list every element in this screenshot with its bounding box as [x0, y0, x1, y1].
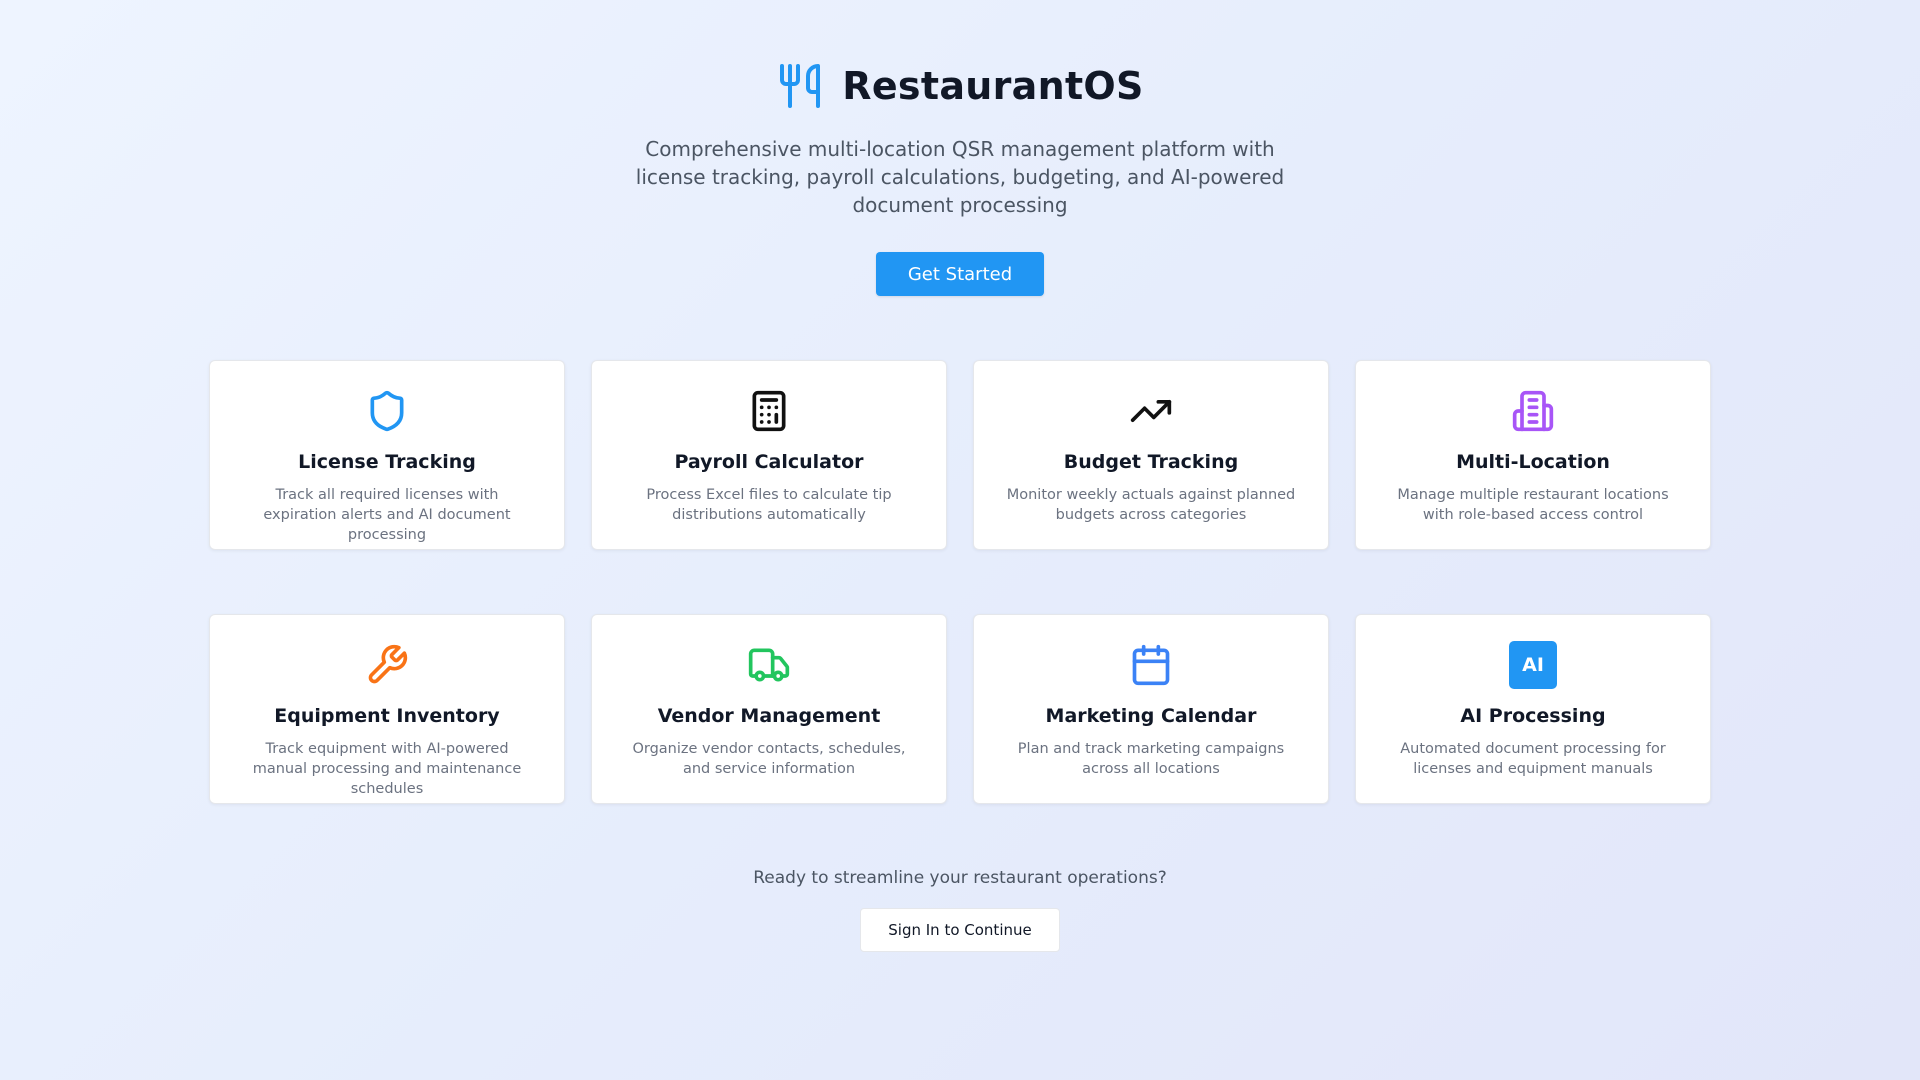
building-icon [1509, 387, 1557, 435]
feature-title: Multi-Location [1456, 451, 1610, 473]
feature-title: Payroll Calculator [674, 451, 864, 473]
feature-card-marketing-calendar: Marketing Calendar Plan and track market… [973, 614, 1329, 804]
feature-card-multi-location: Multi-Location Manage multiple restauran… [1355, 360, 1711, 550]
feature-description: Plan and track marketing campaigns acros… [1017, 741, 1285, 777]
trending-up-icon [1127, 387, 1175, 435]
feature-description: Manage multiple restaurant locations wit… [1397, 487, 1669, 523]
wrench-icon [363, 641, 411, 689]
sign-in-button[interactable]: Sign In to Continue [860, 908, 1060, 952]
ai-badge-icon: AI [1509, 641, 1557, 689]
feature-description: Track all required licenses with expirat… [263, 487, 511, 543]
calculator-icon [745, 387, 793, 435]
get-started-button[interactable]: Get Started [876, 252, 1044, 296]
feature-card-equipment-inventory: Equipment Inventory Track equipment with… [209, 614, 565, 804]
app-title: RestaurantOS [842, 64, 1144, 108]
feature-description: Process Excel files to calculate tip dis… [646, 487, 892, 523]
feature-title: License Tracking [298, 451, 476, 473]
shield-icon [363, 387, 411, 435]
feature-grid-row-1: License Tracking Track all required lice… [209, 360, 1711, 550]
feature-title: Vendor Management [657, 705, 881, 727]
footer-prompt: Ready to streamline your restaurant oper… [753, 868, 1167, 888]
feature-card-ai-processing: AI AI Processing Automated document proc… [1355, 614, 1711, 804]
feature-title: Budget Tracking [1063, 451, 1239, 473]
feature-description: Track equipment with AI-powered manual p… [252, 741, 522, 797]
feature-title: Equipment Inventory [274, 705, 500, 727]
feature-card-vendor-management: Vendor Management Organize vendor contac… [591, 614, 947, 804]
feature-card-payroll-calculator: Payroll Calculator Process Excel files t… [591, 360, 947, 550]
hero-tagline: Comprehensive multi-location QSR managem… [635, 137, 1285, 217]
utensils-icon [780, 64, 821, 108]
feature-title: AI Processing [1460, 705, 1606, 727]
feature-title: Marketing Calendar [1045, 705, 1257, 727]
feature-description: Monitor weekly actuals against planned b… [1006, 487, 1296, 523]
brand-header: RestaurantOS [0, 62, 1920, 110]
calendar-icon [1127, 641, 1175, 689]
feature-card-license-tracking: License Tracking Track all required lice… [209, 360, 565, 550]
feature-grid-row-2: Equipment Inventory Track equipment with… [209, 614, 1711, 804]
feature-description: Organize vendor contacts, schedules, and… [632, 741, 906, 777]
feature-card-budget-tracking: Budget Tracking Monitor weekly actuals a… [973, 360, 1329, 550]
truck-icon [745, 641, 793, 689]
feature-description: Automated document processing for licens… [1400, 741, 1666, 777]
